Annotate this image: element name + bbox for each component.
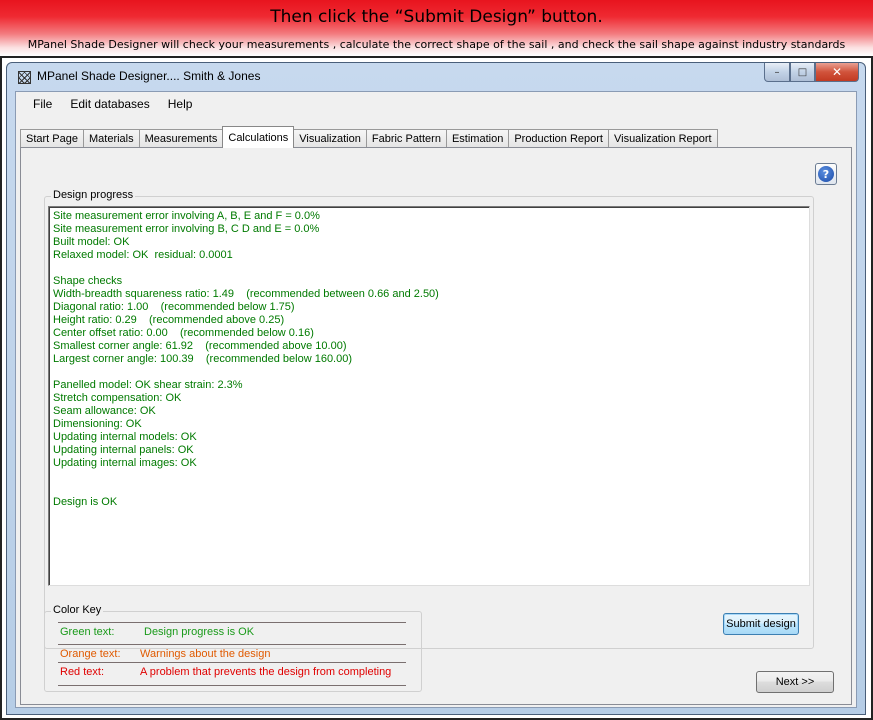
submit-design-button[interactable]: Submit design xyxy=(723,613,799,635)
log-line: Shape checks xyxy=(53,275,123,287)
app-logo-icon xyxy=(18,71,31,84)
design-status-line: Design is OK xyxy=(53,496,118,508)
key-row-green: Green text: Design progress is OK xyxy=(58,622,406,641)
log-line: Panelled model: OK shear strain: 2.3% xyxy=(53,379,243,391)
banner-title: Then click the “Submit Design” button. xyxy=(270,7,603,27)
key-row-red: Red text: A problem that prevents the de… xyxy=(58,662,406,681)
help-icon: ? xyxy=(818,166,834,182)
app-window: MPanel Shade Designer.... Smith & Jones … xyxy=(6,62,866,715)
log-line: Updating internal models: OK xyxy=(53,431,197,443)
log-line: Diagonal ratio: 1.00 (recommended below … xyxy=(53,301,295,313)
window-title: MPanel Shade Designer.... Smith & Jones xyxy=(37,69,261,83)
log-line: Stretch compensation: OK xyxy=(53,392,182,404)
help-button[interactable]: ? xyxy=(815,163,837,185)
log-line: Smallest corner angle: 61.92 (recommende… xyxy=(53,340,347,352)
log-line: Largest corner angle: 100.39 (recommende… xyxy=(53,353,353,365)
menu-bar: File Edit databases Help xyxy=(16,92,856,116)
color-key-label: Color Key xyxy=(51,604,104,616)
log-line: Site measurement error involving B, C D … xyxy=(53,223,320,235)
maximize-button[interactable]: □ xyxy=(790,63,815,82)
log-line: Height ratio: 0.29 (recommended above 0.… xyxy=(53,314,285,326)
menu-edit-databases[interactable]: Edit databases xyxy=(70,97,149,111)
log-line: Width-breadth squareness ratio: 1.49 (re… xyxy=(53,288,439,300)
key-red-label: Red text: xyxy=(60,666,105,678)
log-line: Seam allowance: OK xyxy=(53,405,156,417)
instruction-banner: Then click the “Submit Design” button. M… xyxy=(0,0,873,56)
log-line: Center offset ratio: 0.00 (recommended b… xyxy=(53,327,314,339)
close-button[interactable]: ✕ xyxy=(815,63,859,82)
tab-strip: Start Page Materials Measurements Calcul… xyxy=(20,126,718,148)
tab-fabric-pattern[interactable]: Fabric Pattern xyxy=(365,129,447,148)
title-bar[interactable]: MPanel Shade Designer.... Smith & Jones … xyxy=(7,63,865,91)
tab-materials[interactable]: Materials xyxy=(82,129,140,148)
design-progress-group: Design progress Site measurement error i… xyxy=(44,189,814,649)
tab-calculations[interactable]: Calculations xyxy=(222,126,295,148)
key-red-desc: A problem that prevents the design from … xyxy=(140,666,392,678)
window-controls: – □ ✕ xyxy=(764,63,859,82)
tab-visualization-report[interactable]: Visualization Report xyxy=(607,129,718,148)
key-orange-desc: Warnings about the design xyxy=(140,648,271,660)
next-button[interactable]: Next >> xyxy=(756,671,834,693)
key-row-orange: Orange text: Warnings about the design xyxy=(58,644,406,663)
banner-subtitle: MPanel Shade Designer will check your me… xyxy=(27,38,846,51)
log-line: Site measurement error involving A, B, E… xyxy=(53,210,320,222)
color-key-group: Color Key Green text: Design progress is… xyxy=(44,604,422,692)
key-green-desc: Design progress is OK xyxy=(144,626,255,638)
menu-help[interactable]: Help xyxy=(168,97,193,111)
tab-estimation[interactable]: Estimation xyxy=(445,129,510,148)
tab-visualization[interactable]: Visualization xyxy=(293,129,367,148)
tab-start-page[interactable]: Start Page xyxy=(20,129,84,148)
log-line: Updating internal images: OK xyxy=(53,457,197,469)
key-orange-label: Orange text: xyxy=(60,648,121,660)
minimize-button[interactable]: – xyxy=(764,63,790,82)
log-line: Relaxed model: OK residual: 0.0001 xyxy=(53,249,233,261)
tab-measurements[interactable]: Measurements xyxy=(138,129,224,148)
design-progress-log[interactable]: Site measurement error involving A, B, E… xyxy=(48,206,810,586)
log-line: Updating internal panels: OK xyxy=(53,444,194,456)
log-line: Built model: OK xyxy=(53,236,130,248)
log-line: Dimensioning: OK xyxy=(53,418,142,430)
design-progress-label: Design progress xyxy=(51,189,136,201)
tab-production-report[interactable]: Production Report xyxy=(508,129,609,148)
menu-file[interactable]: File xyxy=(33,97,52,111)
client-area: File Edit databases Help Start Page Mate… xyxy=(15,91,857,708)
key-green-label: Green text: xyxy=(60,626,115,638)
key-divider xyxy=(58,685,406,686)
